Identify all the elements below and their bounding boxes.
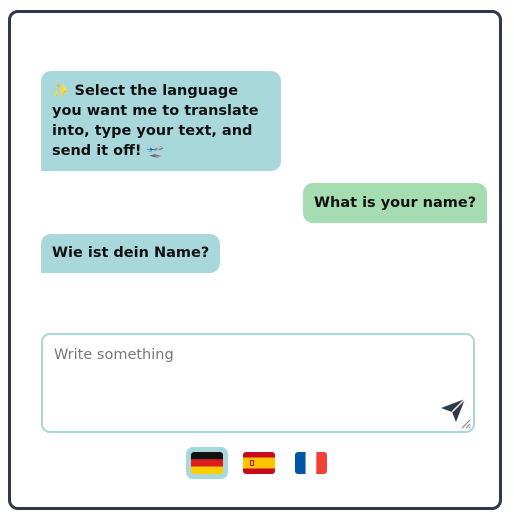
user-message: What is your name? (303, 183, 488, 223)
language-option-es[interactable] (238, 447, 280, 479)
composer (41, 333, 475, 433)
airplane-departure-emoji: 🛫 (146, 143, 164, 159)
resize-grip-icon[interactable] (459, 417, 471, 429)
translator-window: ✨ Select the language you want me to tra… (8, 10, 502, 510)
message-text: Wie ist dein Name? (52, 245, 210, 261)
language-option-de[interactable] (186, 447, 228, 479)
bot-message-translation: Wie ist dein Name? (41, 234, 221, 273)
sparkles-emoji: ✨ (52, 83, 70, 99)
bot-message-intro: ✨ Select the language you want me to tra… (41, 71, 281, 171)
france-flag-icon (295, 452, 327, 474)
message-text: What is your name? (314, 195, 477, 211)
message-input[interactable] (43, 335, 473, 431)
language-option-fr[interactable] (290, 447, 332, 479)
germany-flag-icon (191, 452, 223, 474)
spain-flag-icon (243, 452, 275, 474)
